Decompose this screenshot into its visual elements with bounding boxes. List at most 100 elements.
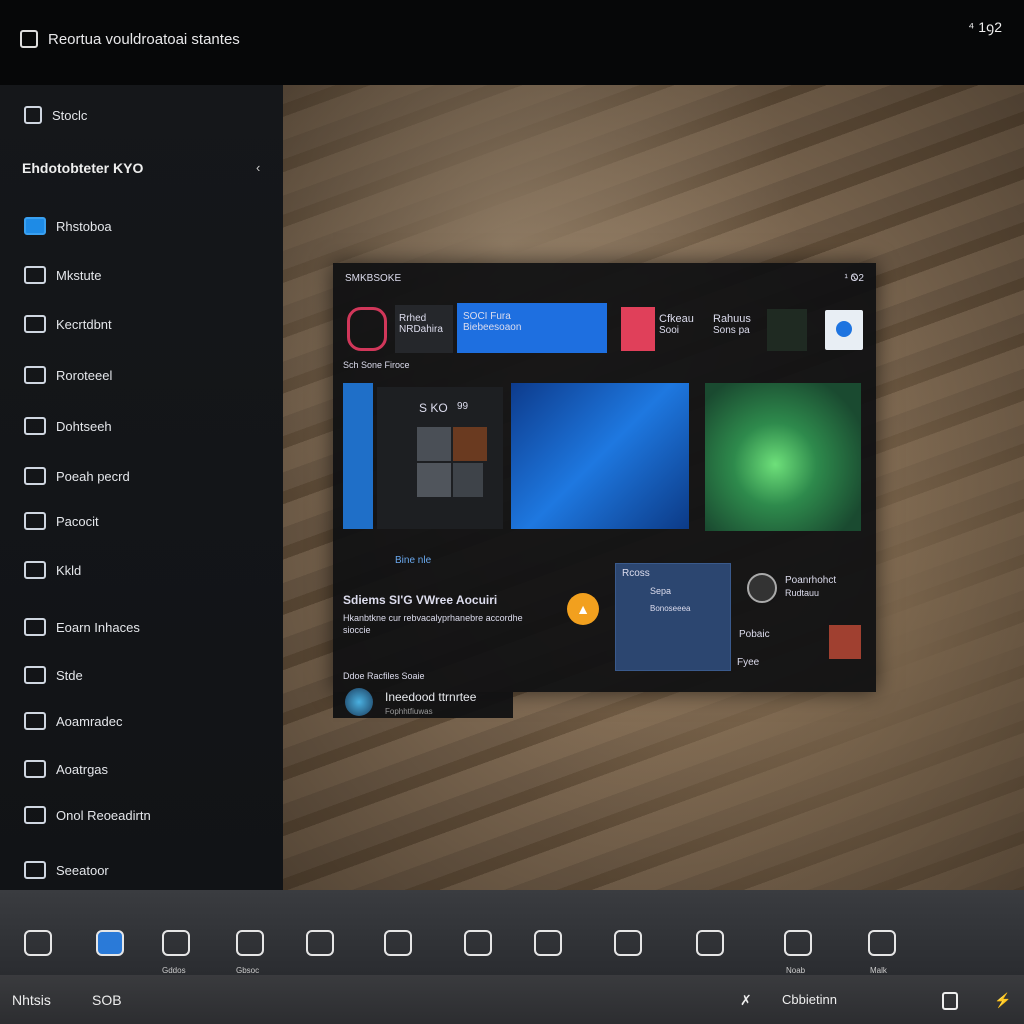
chevron-icon[interactable]: ‹ [256,160,260,175]
app-tile-red[interactable] [621,307,655,351]
bottom-sub: Fophhtfiuwas [385,707,433,716]
puzzle-icon [24,760,46,778]
tile-sub: NRDahira [399,324,443,335]
status-count: SOB [92,992,122,1008]
sidebar-item-label: Kecrtdbnt [56,316,112,332]
sidebar-item-4[interactable]: Dohtseeh [24,417,112,435]
window-title: Reortua vouldroatoai stantes [48,31,240,48]
accessibility-icon [24,106,42,124]
panel-description: Hkanbtkne cur rebvacalyprhanebre accordh… [343,613,523,623]
tile-sub: Biebeesoaon [463,322,522,333]
status-icon[interactable]: ✗ [740,992,752,1009]
sidebar-item-7[interactable]: Kkld [24,561,81,579]
start-preview[interactable]: S KO 99 [377,387,503,529]
sidebar-item-12[interactable]: Onol Reoeadirtn [24,806,151,824]
panel-heading: Sdiems SI'G VWree Aocuiri [343,593,498,607]
app-icon [20,30,38,48]
tools-icon [24,417,46,435]
sidebar-item-6[interactable]: Pacocit [24,512,99,530]
tile-title: Rahuus [713,313,751,325]
app-tile-blue[interactable]: SOCI Fura Biebeesoaon [457,303,607,353]
gear-icon [24,806,46,824]
sidebar-item-label: Pacocit [56,513,99,529]
sidebar-item-label: Mkstute [56,267,102,283]
sidebar-item-label: Dohtseeh [56,418,112,434]
user-icon[interactable] [96,930,124,956]
tile-title: Rrhed [399,313,427,324]
sidebar-item-0[interactable]: Rhstoboa [24,217,112,235]
app-tile[interactable]: Rahuus Sons pa [713,313,751,336]
tile-title: SOCI Fura [463,311,511,322]
sidebar-item-label: Onol Reoeadirtn [56,807,151,823]
start-label: S KO [419,401,448,415]
network-icon [24,315,46,333]
tile-sub: Sons pa [713,325,750,336]
sidebar-item-1[interactable]: Mkstute [24,266,102,284]
sidebar-item-label: Roroteeel [56,367,113,383]
avatar[interactable] [747,573,777,603]
app-tile-icon[interactable] [347,307,387,351]
notes-icon[interactable] [236,930,264,956]
chart-icon [24,512,46,530]
sidebar-item-top[interactable]: Stoclc [24,106,87,124]
heart-icon[interactable] [784,930,812,956]
sidebar-item-2[interactable]: Kecrtdbnt [24,315,112,333]
sidebar-item-label: Stde [56,667,83,683]
app-tile-white[interactable] [825,310,863,350]
app-tile[interactable]: Cfkeau Sooi [659,313,694,336]
sidebar-item-11[interactable]: Aoatrgas [24,760,108,778]
status-left: Nhtsis [12,992,51,1008]
status-bar [0,975,1024,1024]
dock-label: Noab [786,966,806,975]
system-tray[interactable]: ⁴ 1ꝯ2 [968,18,1002,37]
start-panel: SMKBSOKE ¹ Ꮻ2 Rrhed NRDahira SOCI Fura Bie… [333,263,876,692]
notification-icon[interactable]: ⚡ [994,992,1011,1009]
panel-header: SMKBSOKE [345,273,402,284]
image-thumb[interactable] [829,625,861,659]
cloud-icon [24,666,46,684]
globe-icon[interactable] [868,930,896,956]
app-tile-image[interactable] [767,309,807,351]
sidebar-item-9[interactable]: Stde [24,666,83,684]
user-avatar-icon [345,688,373,716]
sidebar-item-label: Rhstoboa [56,218,112,234]
desktop-preview-green[interactable] [705,383,861,531]
sidebar-item-10[interactable]: Aoamradec [24,712,122,730]
side-sub: Rudtauu [785,588,820,598]
apps-icon [24,861,46,879]
desktop-preview-blue[interactable] [511,383,689,529]
sidebar-item-label: Poeah pecrd [56,468,130,484]
sidebar-item-label: Aoatrgas [56,761,109,777]
tablet-icon[interactable] [614,930,642,956]
sidebar-section-header: Ehdotobteter KYO [22,160,144,176]
warning-badge-icon[interactable]: ▲ [567,593,599,625]
app-tile[interactable]: Rrhed NRDahira [395,305,453,353]
cloud-icon[interactable] [696,930,724,956]
widget-card[interactable]: Rcoss Sepa Bonoseeea [615,563,731,671]
widget-title: Rcoss [622,568,650,579]
scissors-icon[interactable] [464,930,492,956]
globe-icon [24,467,46,485]
status-right: Cbbietinn [782,992,837,1007]
side-title: Poanrhohct [785,575,837,586]
sidebar-item-8[interactable]: Eoarn Inhaces [24,618,140,636]
menu-icon[interactable] [24,930,52,956]
panel-header-controls[interactable]: ¹ Ꮻ2 [845,273,864,284]
layers-icon [24,712,46,730]
sidebar-item-3[interactable]: Roroteeel [24,366,112,384]
window-icon[interactable] [942,992,958,1010]
sidebar-item-5[interactable]: Poeah pecrd [24,467,130,485]
sidebar-item-label: Aoamradec [56,713,123,729]
clock-icon[interactable] [162,930,190,956]
window-icon[interactable] [384,930,412,956]
sidebar-preview[interactable] [343,383,373,529]
section-label: Sch Sone Firoce [343,360,410,370]
pen-icon[interactable] [534,930,562,956]
brush-icon[interactable] [306,930,334,956]
display-icon [24,266,46,284]
dock-label: Malk [870,966,887,975]
side-label: Fyee [737,657,760,668]
link[interactable]: Bine nle [395,555,431,566]
sidebar-item-13[interactable]: Seeatoor [24,861,109,879]
footer-label: Ddoe Racfiles Soaie [343,671,425,681]
